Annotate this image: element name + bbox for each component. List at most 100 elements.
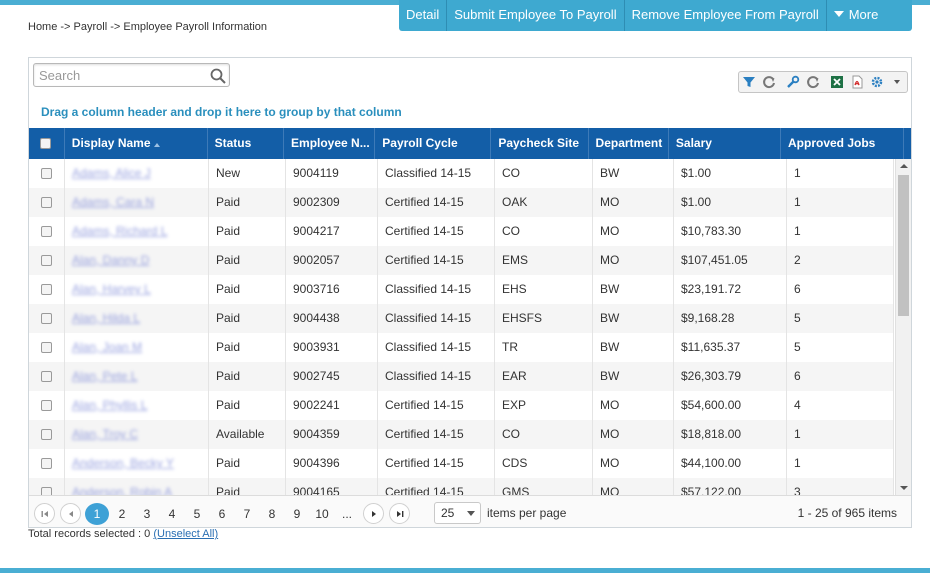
pdf-export-icon[interactable] <box>847 72 867 92</box>
paycheck-site-cell: EXP <box>495 391 593 420</box>
employee-name-link[interactable]: Alan, Hilda L <box>72 311 140 325</box>
row-checkbox[interactable] <box>41 168 52 180</box>
column-header-status[interactable]: Status <box>208 128 285 159</box>
page-number-button[interactable]: 3 <box>135 503 159 525</box>
more-button[interactable]: More <box>827 0 886 31</box>
more-pages-button[interactable]: ... <box>335 503 359 525</box>
sort-ascending-icon <box>153 143 160 147</box>
column-header-display-name[interactable]: Display Name <box>65 128 208 159</box>
display-name-cell: Anderson, Robin A <box>65 478 209 495</box>
column-header-paycheck-site[interactable]: Paycheck Site <box>491 128 589 159</box>
row-checkbox[interactable] <box>41 284 52 296</box>
page-number-button[interactable]: 2 <box>110 503 134 525</box>
employee-name-link[interactable]: Alan, Harvey L <box>72 282 151 296</box>
page-number-button[interactable]: 5 <box>185 503 209 525</box>
reset-settings-icon[interactable] <box>803 72 823 92</box>
status-cell: Paid <box>209 304 286 333</box>
table-row[interactable]: Alan, Pete L Paid 9002745 Classified 14-15 E… <box>29 362 894 391</box>
table-row[interactable]: Alan, Danny D Paid 9002057 Certified 14-15 E… <box>29 246 894 275</box>
row-checkbox-cell <box>29 449 65 478</box>
employee-name-link[interactable]: Anderson, Becky Y <box>72 456 174 470</box>
salary-cell: $54,600.00 <box>674 391 787 420</box>
employee-name-link[interactable]: Alan, Joan M <box>72 340 142 354</box>
employee-name-link[interactable]: Adams, Cara N <box>72 195 154 209</box>
reset-filter-icon[interactable] <box>759 72 779 92</box>
row-checkbox[interactable] <box>41 458 52 470</box>
row-checkbox-cell <box>29 333 65 362</box>
search-input[interactable] <box>34 64 206 86</box>
column-header-approved-jobs[interactable]: Approved Jobs <box>781 128 904 159</box>
unselect-all-link[interactable]: (Unselect All) <box>153 528 218 540</box>
filter-icon[interactable] <box>739 72 759 92</box>
row-checkbox[interactable] <box>41 342 52 354</box>
page-number-button[interactable]: 1 <box>85 503 109 525</box>
table-row[interactable]: Adams, Cara N Paid 9002309 Certified 14-15 O… <box>29 188 894 217</box>
employee-name-link[interactable]: Anderson, Robin A <box>72 485 172 495</box>
row-checkbox[interactable] <box>41 226 52 238</box>
status-cell: Paid <box>209 333 286 362</box>
employee-name-link[interactable]: Alan, Danny D <box>72 253 149 267</box>
gear-icon[interactable] <box>867 72 887 92</box>
table-row[interactable]: Alan, Harvey L Paid 9003716 Classified 14-1… <box>29 275 894 304</box>
table-row[interactable]: Adams, Alice J New 9004119 Classified 14-15… <box>29 159 894 188</box>
excel-export-icon[interactable] <box>827 72 847 92</box>
submit-employee-to-payroll-button[interactable]: Submit Employee To Payroll <box>447 0 625 31</box>
employee-name-link[interactable]: Alan, Phyllis L <box>72 398 147 412</box>
page-number-button[interactable]: 8 <box>260 503 284 525</box>
previous-page-button[interactable] <box>60 503 81 524</box>
table-row[interactable]: Adams, Richard L Paid 9004217 Certified 14-… <box>29 217 894 246</box>
table-row[interactable]: Alan, Phyllis L Paid 9002241 Certified 14-1… <box>29 391 894 420</box>
last-page-button[interactable] <box>389 503 410 524</box>
chevron-down-icon[interactable] <box>887 72 907 92</box>
approved-jobs-cell: 5 <box>787 304 894 333</box>
employee-number-cell: 9004438 <box>286 304 378 333</box>
select-all-checkbox[interactable] <box>40 138 51 150</box>
display-name-cell: Alan, Phyllis L <box>65 391 209 420</box>
scroll-down-icon[interactable] <box>900 486 908 490</box>
scrollbar-thumb[interactable] <box>898 175 909 316</box>
table-row[interactable]: Anderson, Robin A Paid 9004165 Certified 14… <box>29 478 894 495</box>
table-row[interactable]: Alan, Hilda L Paid 9004438 Classified 14-15… <box>29 304 894 333</box>
row-checkbox[interactable] <box>41 400 52 412</box>
department-cell: BW <box>593 362 674 391</box>
page-number-button[interactable]: 4 <box>160 503 184 525</box>
row-checkbox[interactable] <box>41 371 52 383</box>
page-number-button[interactable]: 10 <box>310 503 334 525</box>
first-page-button[interactable] <box>34 503 55 524</box>
next-page-button[interactable] <box>363 503 384 524</box>
employee-name-link[interactable]: Alan, Troy C <box>72 427 138 441</box>
column-header-employee-number[interactable]: Employee N... <box>284 128 376 159</box>
detail-button[interactable]: Detail <box>399 0 448 31</box>
employee-name-link[interactable]: Adams, Richard L <box>72 224 167 238</box>
page-number-button[interactable]: 7 <box>235 503 259 525</box>
vertical-scrollbar[interactable] <box>895 159 911 495</box>
status-cell: Paid <box>209 275 286 304</box>
payroll-cycle-cell: Certified 14-15 <box>378 449 495 478</box>
column-header-salary[interactable]: Salary <box>669 128 781 159</box>
department-cell: MO <box>593 478 674 495</box>
column-header-payroll-cycle[interactable]: Payroll Cycle <box>375 128 492 159</box>
display-name-cell: Alan, Pete L <box>65 362 209 391</box>
status-cell: Paid <box>209 449 286 478</box>
paycheck-site-cell: TR <box>495 333 593 362</box>
row-checkbox[interactable] <box>41 255 52 267</box>
remove-employee-from-payroll-button[interactable]: Remove Employee From Payroll <box>625 0 827 31</box>
row-checkbox[interactable] <box>41 429 52 441</box>
table-row[interactable]: Alan, Joan M Paid 9003931 Classified 14-15 T… <box>29 333 894 362</box>
table-row[interactable]: Alan, Troy C Available 9004359 Certified 14… <box>29 420 894 449</box>
employee-name-link[interactable]: Alan, Pete L <box>72 369 137 383</box>
column-header-department[interactable]: Department <box>589 128 669 159</box>
table-row[interactable]: Anderson, Becky Y Paid 9004396 Certified 14… <box>29 449 894 478</box>
page-size-select[interactable]: 25 <box>434 502 481 524</box>
paycheck-site-cell: GMS <box>495 478 593 495</box>
page-number-button[interactable]: 6 <box>210 503 234 525</box>
search-icon[interactable] <box>209 67 227 85</box>
scroll-up-icon[interactable] <box>900 164 908 168</box>
department-cell: MO <box>593 391 674 420</box>
row-checkbox[interactable] <box>41 313 52 325</box>
row-checkbox[interactable] <box>41 197 52 209</box>
employee-name-link[interactable]: Adams, Alice J <box>72 166 151 180</box>
wrench-icon[interactable] <box>783 72 803 92</box>
page-number-button[interactable]: 9 <box>285 503 309 525</box>
row-checkbox[interactable] <box>41 487 52 495</box>
